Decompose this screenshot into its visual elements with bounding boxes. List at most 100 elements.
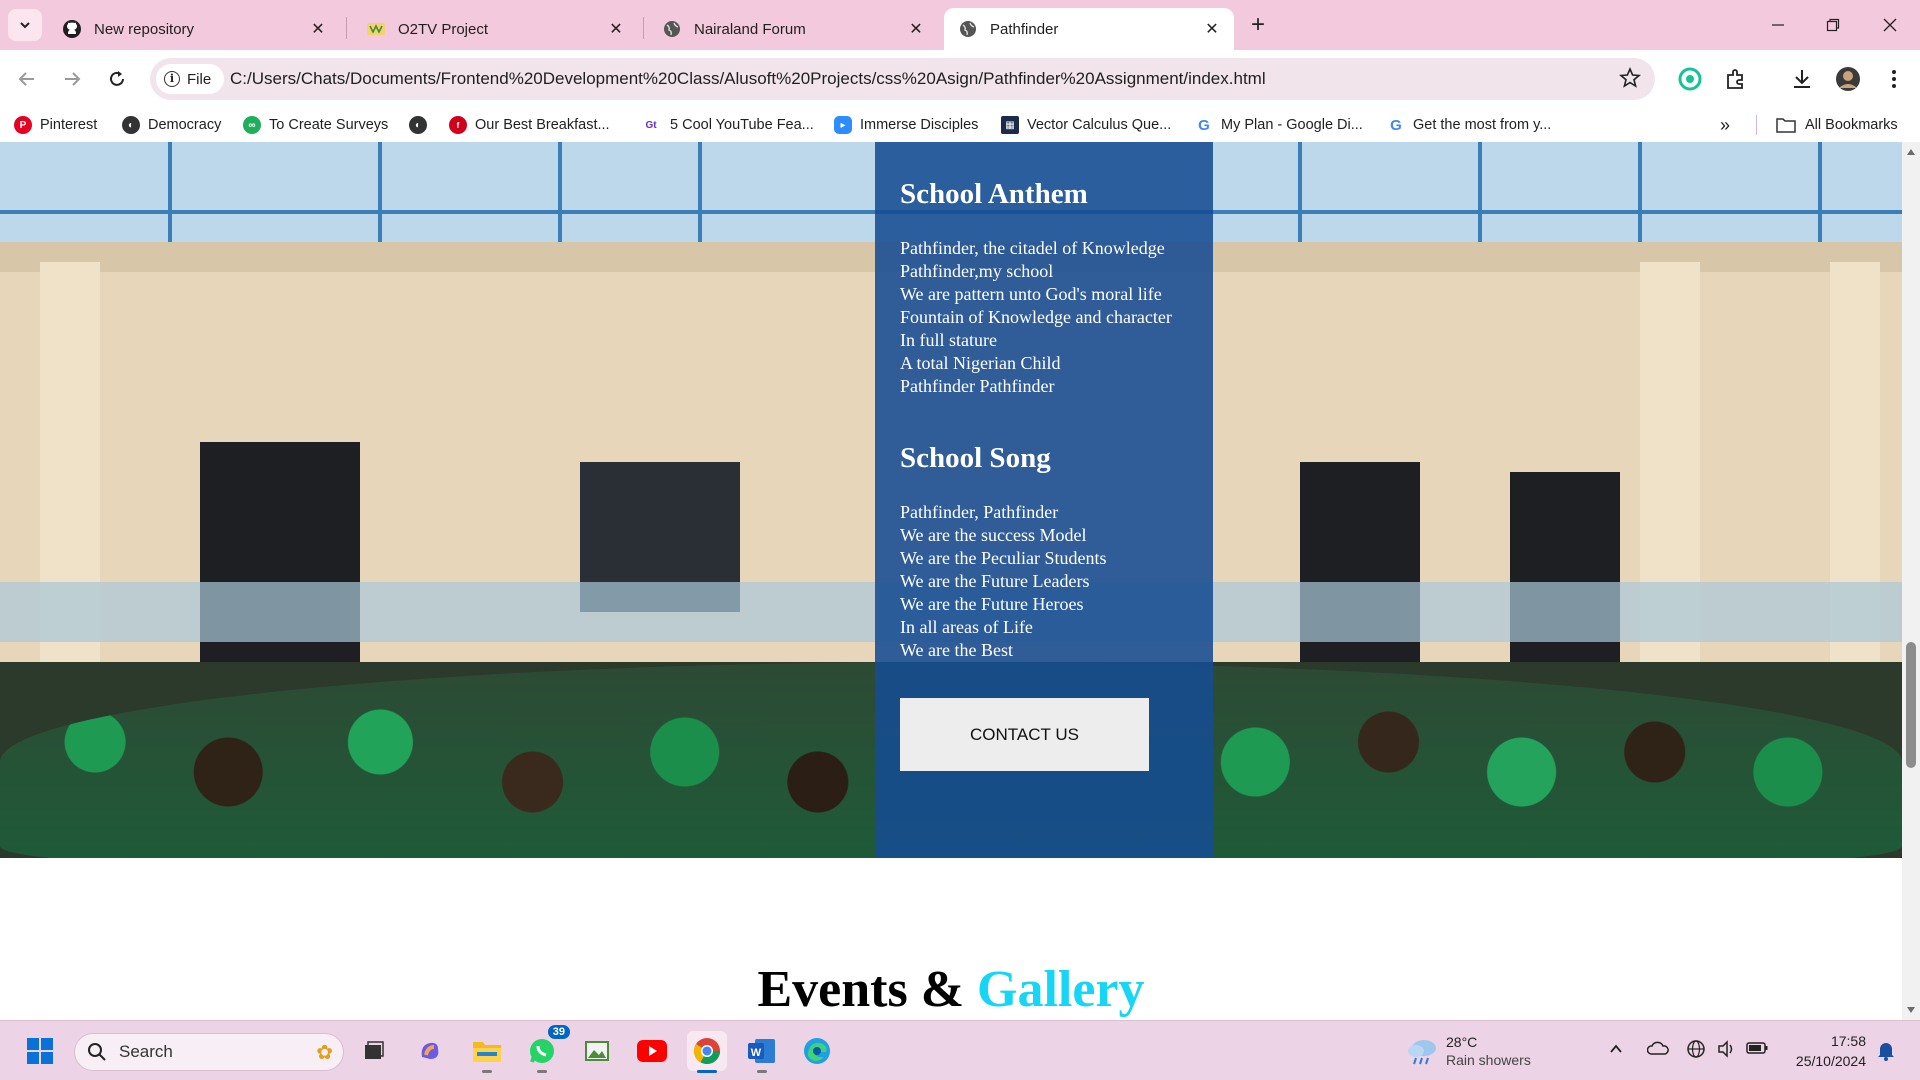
tab-title: Pathfinder <box>990 20 1059 38</box>
bookmark-label: Pinterest <box>40 117 98 133</box>
bookmark-our-best-breakfast[interactable]: f Our Best Breakfast... <box>449 114 610 136</box>
taskbar-word[interactable]: W <box>742 1031 782 1073</box>
events-title-part2: Gallery <box>977 961 1145 1018</box>
bookmark-vector-calculus[interactable]: ▦ Vector Calculus Que... <box>1001 114 1171 136</box>
more-bookmarks-button[interactable]: » <box>1720 114 1730 136</box>
song-line: We are the Future Heroes <box>900 594 1084 614</box>
bookmark-democracy[interactable]: ◐ Democracy <box>122 114 221 136</box>
browser-toolbar: i File C:/Users/Chats/Documents/Frontend… <box>0 50 1920 108</box>
taskbar-weather-widget[interactable]: 28°C Rain showers <box>1406 1033 1531 1069</box>
bookmark-pinterest[interactable]: P Pinterest <box>14 114 97 136</box>
bookmark-label: My Plan - Google Di... <box>1221 117 1363 133</box>
url-text[interactable]: C:/Users/Chats/Documents/Frontend%20Deve… <box>230 69 1266 89</box>
all-bookmarks-button[interactable]: All Bookmarks <box>1776 114 1898 136</box>
reload-icon <box>110 71 124 86</box>
bookmark-immerse-disciples[interactable]: ▸ Immerse Disciples <box>834 114 978 136</box>
close-tab-icon[interactable]: ✕ <box>308 19 328 39</box>
bookmark-label: Our Best Breakfast... <box>475 117 610 133</box>
restore-button[interactable] <box>1813 10 1853 40</box>
tab-pathfinder[interactable]: Pathfinder ✕ <box>944 8 1234 50</box>
bookmark-my-plan-google[interactable]: G My Plan - Google Di... <box>1195 114 1363 136</box>
bookmark-star-icon[interactable] <box>1618 66 1642 94</box>
taskbar-photo-app[interactable] <box>577 1031 617 1071</box>
bookmark-label: Immerse Disciples <box>860 117 979 133</box>
forward-button[interactable] <box>57 64 87 94</box>
close-tab-icon[interactable]: ✕ <box>906 19 926 39</box>
weather-temperature: 28°C <box>1446 1034 1478 1050</box>
anthem-heading: School Anthem <box>900 178 1088 210</box>
folder-icon <box>1776 118 1796 133</box>
scrollbar-thumb[interactable] <box>1906 642 1916 768</box>
folder-icon <box>473 1042 501 1062</box>
profile-avatar[interactable] <box>1834 65 1862 93</box>
download-icon[interactable] <box>1788 65 1816 93</box>
tab-title: Nairaland Forum <box>694 20 806 38</box>
anthem-line: Fountain of Knowledge and character <box>900 307 1172 327</box>
bookmark-5-cool-youtube[interactable]: Gt 5 Cool YouTube Fea... <box>640 114 813 136</box>
search-highlight-icon: ✿ <box>316 1041 333 1064</box>
github-icon <box>62 19 82 39</box>
reload-button[interactable] <box>102 64 132 94</box>
o2tv-icon <box>366 19 386 39</box>
battery-icon[interactable] <box>1746 1041 1768 1060</box>
taskbar-whatsapp[interactable]: 39 <box>522 1025 570 1073</box>
edge-icon <box>804 1038 830 1064</box>
bookmarks-bar: P Pinterest ◐ Democracy ∞ To Create Surv… <box>0 108 1920 142</box>
bookmark-to-create-surveys[interactable]: ∞ To Create Surveys <box>243 114 388 136</box>
taskbar-file-explorer[interactable] <box>467 1031 507 1073</box>
scroll-up-arrow-icon[interactable] <box>1907 149 1915 155</box>
address-bar[interactable]: i File C:/Users/Chats/Documents/Frontend… <box>150 58 1655 100</box>
bookmark-globe[interactable]: ◐ <box>409 114 435 136</box>
taskbar-task-view[interactable] <box>354 1031 394 1071</box>
start-button[interactable] <box>20 1031 60 1071</box>
tab-new-repository[interactable]: New repository ✕ <box>48 8 340 50</box>
extensions-icon[interactable] <box>1722 65 1750 93</box>
taskbar-copilot[interactable] <box>410 1031 450 1071</box>
back-button[interactable] <box>12 64 42 94</box>
close-tab-icon[interactable]: ✕ <box>1202 19 1222 39</box>
search-icon <box>88 1043 106 1061</box>
close-window-button[interactable] <box>1870 10 1910 40</box>
tab-divider <box>346 17 347 39</box>
globe-icon <box>662 19 682 39</box>
bookmark-get-the-most[interactable]: G Get the most from y... <box>1387 114 1551 136</box>
song-line: Pathfinder, Pathfinder <box>900 502 1059 522</box>
taskbar-edge[interactable] <box>797 1031 837 1071</box>
bookmark-label: Democracy <box>148 117 222 133</box>
arrow-right-icon <box>65 72 81 86</box>
taskbar-chrome[interactable] <box>687 1031 727 1073</box>
svg-text:W: W <box>751 1047 762 1059</box>
browser-menu-icon[interactable] <box>1880 65 1908 93</box>
chevron-up-icon <box>1610 1044 1622 1053</box>
onedrive-icon[interactable] <box>1646 1039 1669 1062</box>
extension-grammarly-icon[interactable] <box>1676 65 1704 93</box>
globe-icon <box>958 19 978 39</box>
taskbar-clock[interactable]: 17:58 25/10/2024 <box>1786 1031 1866 1071</box>
volume-icon[interactable] <box>1716 1039 1736 1064</box>
weather-description: Rain showers <box>1446 1052 1531 1068</box>
tab-search-button[interactable] <box>8 9 42 41</box>
page-scrollbar[interactable] <box>1902 142 1920 1020</box>
food-icon: f <box>449 116 467 134</box>
notifications-bell-icon[interactable] <box>1876 1040 1896 1067</box>
tab-o2tv-project[interactable]: O2TV Project ✕ <box>352 8 638 50</box>
browser-tab-strip: New repository ✕ O2TV Project ✕ Nairalan… <box>0 0 1920 50</box>
contact-us-button[interactable]: CONTACT US <box>900 698 1149 771</box>
globe-icon: ◐ <box>409 116 427 134</box>
new-tab-button[interactable]: + <box>1244 12 1272 40</box>
song-line: We are the Best <box>900 640 1014 660</box>
running-indicator <box>537 1070 547 1073</box>
scroll-down-arrow-icon[interactable] <box>1907 1007 1915 1013</box>
show-hidden-icons-button[interactable] <box>1608 1041 1624 1062</box>
taskbar-search-box[interactable]: Search ✿ <box>74 1033 344 1071</box>
tab-nairaland-forum[interactable]: Nairaland Forum ✕ <box>648 8 938 50</box>
network-globe-icon[interactable] <box>1686 1039 1706 1064</box>
word-icon: W <box>748 1039 775 1063</box>
taskbar-youtube[interactable] <box>632 1031 672 1071</box>
anthem-line: Pathfinder, the citadel of Knowledge <box>900 238 1165 258</box>
site-info-chip[interactable]: i File <box>156 64 224 94</box>
rain-cloud-icon <box>1408 1040 1436 1065</box>
close-tab-icon[interactable]: ✕ <box>606 19 626 39</box>
anthem-line: A total Nigerian Child <box>900 353 1061 373</box>
minimize-button[interactable] <box>1758 10 1798 40</box>
